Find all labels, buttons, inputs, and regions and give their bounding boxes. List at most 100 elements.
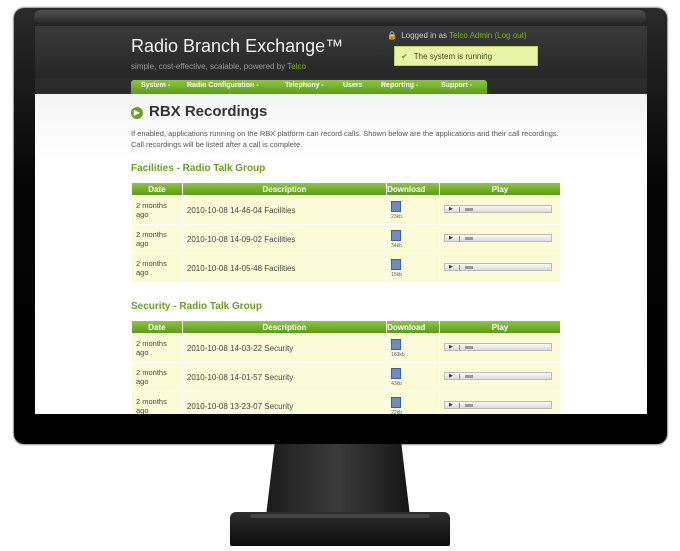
player-separator <box>459 265 460 270</box>
table-row: 2 months ago 2010-10-08 14-09-02 Facilit… <box>132 225 560 253</box>
download-icon <box>391 258 402 270</box>
table-row: 2 months ago 2010-10-08 14-03-22 Securit… <box>132 334 560 362</box>
download-link[interactable]: 34kb <box>387 225 439 253</box>
play-icon: ▶ <box>131 107 143 119</box>
player-bar[interactable]: ▶ <box>444 205 552 213</box>
table-row: 2 months ago 2010-10-08 14-05-48 Facilit… <box>132 254 560 282</box>
col-date-header: Date <box>132 183 182 195</box>
page-intro: If enabled, applications running on the … <box>131 129 559 149</box>
col-description-header: Description <box>182 321 387 333</box>
download-icon <box>391 367 402 379</box>
audio-player[interactable]: ▶ <box>440 254 560 282</box>
download-link[interactable]: 183kb <box>387 334 439 362</box>
table-row: 2 months ago 2010-10-08 14-46-04 Facilit… <box>132 196 560 224</box>
brand-logo: Telco <box>287 62 306 71</box>
nav-users[interactable]: Users <box>343 82 362 89</box>
section-title: Security - Radio Talk Group <box>131 301 262 312</box>
download-icon <box>391 396 402 408</box>
monitor-neck <box>266 444 410 516</box>
col-date-header: Date <box>132 321 182 333</box>
player-progress[interactable] <box>465 404 473 407</box>
login-prefix: Logged in as <box>401 31 448 40</box>
file-size: 23kb <box>391 213 402 220</box>
download-link[interactable]: 23kb <box>387 196 439 224</box>
player-progress[interactable] <box>465 375 473 378</box>
file-size: 15kb <box>391 271 402 278</box>
row-date: 2 months ago <box>132 392 182 414</box>
recordings-table: Date Description Download Play 2 months … <box>131 320 561 414</box>
play-icon[interactable]: ▶ <box>449 264 453 270</box>
download-link[interactable]: 22kb <box>387 392 439 414</box>
player-bar[interactable]: ▶ <box>444 234 552 242</box>
row-date: 2 months ago <box>132 225 182 253</box>
download-icon <box>391 200 402 212</box>
logout-link[interactable]: (Log out) <box>494 31 526 40</box>
audio-player[interactable]: ▶ <box>440 363 560 391</box>
row-description: 2010-10-08 14-05-48 Facilities <box>182 254 387 282</box>
row-description: 2010-10-08 14-46-04 Facilities <box>182 196 387 224</box>
nav-radio-configuration[interactable]: Radio Configuration - <box>187 82 259 89</box>
file-size: 183kb <box>391 351 405 358</box>
play-icon[interactable]: ▶ <box>449 373 453 379</box>
row-description: 2010-10-08 13-23-07 Security <box>182 392 387 414</box>
audio-player[interactable]: ▶ <box>440 334 560 362</box>
nav-telephony[interactable]: Telephony - <box>285 82 324 89</box>
player-separator <box>459 374 460 379</box>
screen: Radio Branch Exchange™ simple, cost-effe… <box>35 26 647 414</box>
table-row: 2 months ago 2010-10-08 13-23-07 Securit… <box>132 392 560 414</box>
base-shine <box>250 514 430 518</box>
system-status-text: The system is running <box>413 52 493 61</box>
row-description: 2010-10-08 14-09-02 Facilities <box>182 225 387 253</box>
download-icon <box>391 229 402 241</box>
download-link[interactable]: 43kb <box>387 363 439 391</box>
audio-player[interactable]: ▶ <box>440 196 560 224</box>
nav-system[interactable]: System - <box>141 82 170 89</box>
player-bar[interactable]: ▶ <box>444 372 552 380</box>
tagline: simple, cost-effective, scalable, powere… <box>131 62 306 71</box>
app-title: Radio Branch Exchange™ <box>131 36 344 56</box>
play-icon[interactable]: ▶ <box>449 402 453 408</box>
player-progress[interactable] <box>465 266 473 269</box>
col-download-header: Download <box>387 183 439 195</box>
player-separator <box>459 207 460 212</box>
col-download-header: Download <box>387 321 439 333</box>
file-size: 34kb <box>391 242 402 249</box>
row-date: 2 months ago <box>132 196 182 224</box>
file-size: 22kb <box>391 409 402 415</box>
nav-reporting[interactable]: Reporting - <box>381 82 418 89</box>
audio-player[interactable]: ▶ <box>440 225 560 253</box>
row-date: 2 months ago <box>132 363 182 391</box>
nav-support[interactable]: Support - <box>441 82 472 89</box>
recordings-table: Date Description Download Play 2 months … <box>131 182 561 283</box>
player-bar[interactable]: ▶ <box>444 263 552 271</box>
row-date: 2 months ago <box>132 334 182 362</box>
player-progress[interactable] <box>465 346 473 349</box>
system-status-box: ✔ The system is running <box>394 46 538 66</box>
app-header: Radio Branch Exchange™ simple, cost-effe… <box>35 26 647 78</box>
player-separator <box>459 236 460 241</box>
player-progress[interactable] <box>465 208 473 211</box>
login-status: 🔒 Logged in as Telco Admin (Log out) <box>387 31 527 40</box>
col-description-header: Description <box>182 183 387 195</box>
player-progress[interactable] <box>465 237 473 240</box>
play-icon[interactable]: ▶ <box>449 206 453 212</box>
player-separator <box>459 403 460 408</box>
page-title: RBX Recordings <box>149 103 268 120</box>
file-size: 43kb <box>391 380 402 387</box>
row-date: 2 months ago <box>132 254 182 282</box>
user-link[interactable]: Telco Admin <box>449 31 492 40</box>
player-bar[interactable]: ▶ <box>444 401 552 409</box>
play-icon[interactable]: ▶ <box>449 344 453 350</box>
table-row: 2 months ago 2010-10-08 14-01-57 Securit… <box>132 363 560 391</box>
table-header-row: Date Description Download Play <box>132 183 560 195</box>
download-link[interactable]: 15kb <box>387 254 439 282</box>
play-icon[interactable]: ▶ <box>449 235 453 241</box>
player-bar[interactable]: ▶ <box>444 343 552 351</box>
section-title: Facilities - Radio Talk Group <box>131 163 266 174</box>
audio-player[interactable]: ▶ <box>440 392 560 414</box>
bezel-gloss <box>34 10 646 24</box>
col-play-header: Play <box>440 321 560 333</box>
player-separator <box>459 345 460 350</box>
row-description: 2010-10-08 14-03-22 Security <box>182 334 387 362</box>
lock-icon: 🔒 <box>387 31 397 40</box>
